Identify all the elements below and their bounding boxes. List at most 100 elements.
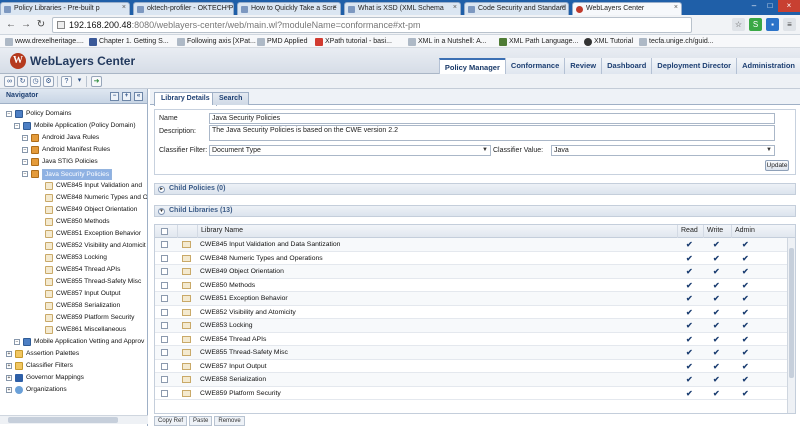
read-header[interactable]: Read <box>677 225 703 238</box>
browser-tab[interactable]: Code Security and Standard × <box>464 2 569 15</box>
bookmark-item[interactable]: XPath tutorial - basi... <box>314 36 392 47</box>
bookmark-item[interactable]: tecfa.unige.ch/guid... <box>638 36 714 47</box>
help-dropdown-icon[interactable]: ▾ <box>74 76 85 87</box>
tab-library-details[interactable]: Library Details <box>154 92 217 106</box>
name-field[interactable]: Java Security Policies <box>209 113 775 124</box>
expand-all-icon[interactable]: + <box>122 92 131 101</box>
tree-expander-icon[interactable]: + <box>6 375 12 381</box>
bookmark-item[interactable]: Following axis [XPat... <box>176 36 256 47</box>
table-row[interactable]: CWE854 Thread APIs ✔ ✔ ✔ <box>155 333 795 346</box>
maximize-icon[interactable]: □ <box>762 0 778 12</box>
bookmark-item[interactable]: XML Path Language... <box>498 36 578 47</box>
browser-tab[interactable]: Policy Libraries - Pre-built p × <box>0 2 130 15</box>
row-checkbox[interactable] <box>161 376 168 383</box>
tree-node[interactable]: + Classifier Filters <box>0 360 147 372</box>
child-policies-header[interactable]: ▸ Child Policies (0) <box>154 183 796 195</box>
tree-node[interactable]: − Mobile Application (Policy Domain) <box>0 120 147 132</box>
row-checkbox[interactable] <box>161 268 168 275</box>
tree-node[interactable]: CWE848 Numeric Types and O <box>0 192 147 204</box>
tree-node[interactable]: + Assertion Palettes <box>0 348 147 360</box>
row-checkbox[interactable] <box>161 322 168 329</box>
admin-header[interactable]: Admin <box>731 225 761 238</box>
row-checkbox[interactable] <box>161 254 168 262</box>
tree-node[interactable]: − Java Security Policies <box>0 168 147 180</box>
library-name-header[interactable]: Library Name <box>197 225 677 238</box>
extension-icon[interactable]: ▪ <box>766 18 779 31</box>
tree-expander-icon[interactable]: + <box>6 363 12 369</box>
tree-node[interactable]: − Android Java Rules <box>0 132 147 144</box>
tree-expander-icon[interactable]: − <box>22 159 28 165</box>
tree-node[interactable]: CWE852 Visibility and Atomicit <box>0 240 147 252</box>
tree-node[interactable]: CWE853 Locking <box>0 252 147 264</box>
row-checkbox[interactable] <box>161 295 168 302</box>
table-row[interactable]: CWE845 Input Validation and Data Santiza… <box>155 238 795 252</box>
write-header[interactable]: Write <box>703 225 731 238</box>
close-tab-icon[interactable]: × <box>226 4 230 11</box>
panel-collapse-icon[interactable]: « <box>134 92 143 101</box>
nav-dashboard[interactable]: Dashboard <box>601 58 652 74</box>
tree-node[interactable]: − Android Manifest Rules <box>0 144 147 156</box>
url-input[interactable]: 192.168.200.48:8080/weblayers-center/web… <box>52 17 692 33</box>
bookmark-item[interactable]: PMD Applied <box>256 36 307 47</box>
tree-node[interactable]: CWE845 Input Validation and <box>0 180 147 192</box>
table-vscrollbar[interactable] <box>787 238 795 413</box>
back-icon[interactable]: ← <box>4 18 18 32</box>
browser-tab[interactable]: oktech-profiler - OKTECH P × <box>133 2 234 15</box>
help-icon[interactable]: ? <box>61 76 72 87</box>
table-row[interactable]: CWE853 Locking ✔ ✔ ✔ <box>155 319 795 333</box>
classifier-filter-select[interactable]: Document Type ▼ <box>209 145 491 156</box>
bookmark-item[interactable]: www.drexelheritage.... <box>4 36 84 47</box>
update-button[interactable]: Update <box>765 160 789 171</box>
child-libraries-header[interactable]: ▾ Child Libraries (13) <box>154 205 796 217</box>
bookmark-item[interactable]: Chapter 1. Getting S... <box>88 36 169 47</box>
tree-node[interactable]: CWE857 Input Output <box>0 288 147 300</box>
clock-icon[interactable]: ◷ <box>30 76 41 87</box>
tree-node[interactable]: − Policy Domains <box>0 108 147 120</box>
tree-node[interactable]: CWE858 Serialization <box>0 300 147 312</box>
close-window-icon[interactable]: × <box>778 0 800 12</box>
collapse-all-icon[interactable]: − <box>110 92 119 101</box>
tree-expander-icon[interactable]: − <box>22 135 28 141</box>
browser-tab[interactable]: How to Quickly Take a Scre × <box>237 2 341 15</box>
paste-button[interactable]: Paste <box>189 416 213 426</box>
tree-expander-icon[interactable]: − <box>22 171 28 177</box>
table-row[interactable]: CWE849 Object Orientation ✔ ✔ ✔ <box>155 265 795 279</box>
refresh-icon[interactable]: ↻ <box>17 76 28 87</box>
tree-expander-icon[interactable]: − <box>22 147 28 153</box>
tree-node[interactable]: + Organizations <box>0 384 147 396</box>
nav-policy-manager[interactable]: Policy Manager <box>438 58 505 74</box>
close-tab-icon[interactable]: × <box>453 4 457 11</box>
browser-tab[interactable]: WebLayers Center × <box>572 2 682 15</box>
select-all-checkbox[interactable] <box>161 228 168 235</box>
close-tab-icon[interactable]: × <box>674 4 678 11</box>
settings-icon[interactable]: ⚙ <box>43 76 54 87</box>
tree-node[interactable]: CWE849 Object Orientation <box>0 204 147 216</box>
tab-search[interactable]: Search <box>212 92 250 105</box>
remove-button[interactable]: Remove <box>214 416 245 426</box>
close-tab-icon[interactable]: × <box>122 4 126 11</box>
navigator-hscrollbar[interactable] <box>0 415 148 424</box>
bookmark-item[interactable]: XML in a Nutshell: A... <box>407 36 487 47</box>
description-field[interactable]: The Java Security Policies is based on t… <box>209 125 775 141</box>
tree-node[interactable]: CWE861 Miscellaneous <box>0 324 147 336</box>
close-tab-icon[interactable]: × <box>561 4 565 11</box>
extension-s-icon[interactable]: S <box>749 18 762 31</box>
reload-icon[interactable]: ↻ <box>34 18 48 32</box>
link-icon[interactable]: ∞ <box>4 76 15 87</box>
minimize-icon[interactable]: – <box>746 0 762 12</box>
browser-tab[interactable]: What is XSD (XML Schema × <box>344 2 461 15</box>
nav-review[interactable]: Review <box>564 58 602 74</box>
tree-node[interactable]: CWE855 Thread-Safety Misc <box>0 276 147 288</box>
tree-node[interactable]: CWE859 Platform Security <box>0 312 147 324</box>
table-row[interactable]: CWE858 Serialization ✔ ✔ ✔ <box>155 373 795 387</box>
tree-node[interactable]: CWE854 Thread APIs <box>0 264 147 276</box>
table-row[interactable]: CWE857 Input Output ✔ ✔ ✔ <box>155 360 795 373</box>
row-checkbox[interactable] <box>161 349 168 356</box>
classifier-value-select[interactable]: Java ▼ <box>551 145 775 156</box>
row-checkbox[interactable] <box>161 362 168 370</box>
row-checkbox[interactable] <box>161 308 168 316</box>
tree-node[interactable]: + Governor Mappings <box>0 372 147 384</box>
tree-node[interactable]: CWE851 Exception Behavior <box>0 228 147 240</box>
table-row[interactable]: CWE850 Methods ✔ ✔ ✔ <box>155 279 795 292</box>
tree-node[interactable]: CWE850 Methods <box>0 216 147 228</box>
